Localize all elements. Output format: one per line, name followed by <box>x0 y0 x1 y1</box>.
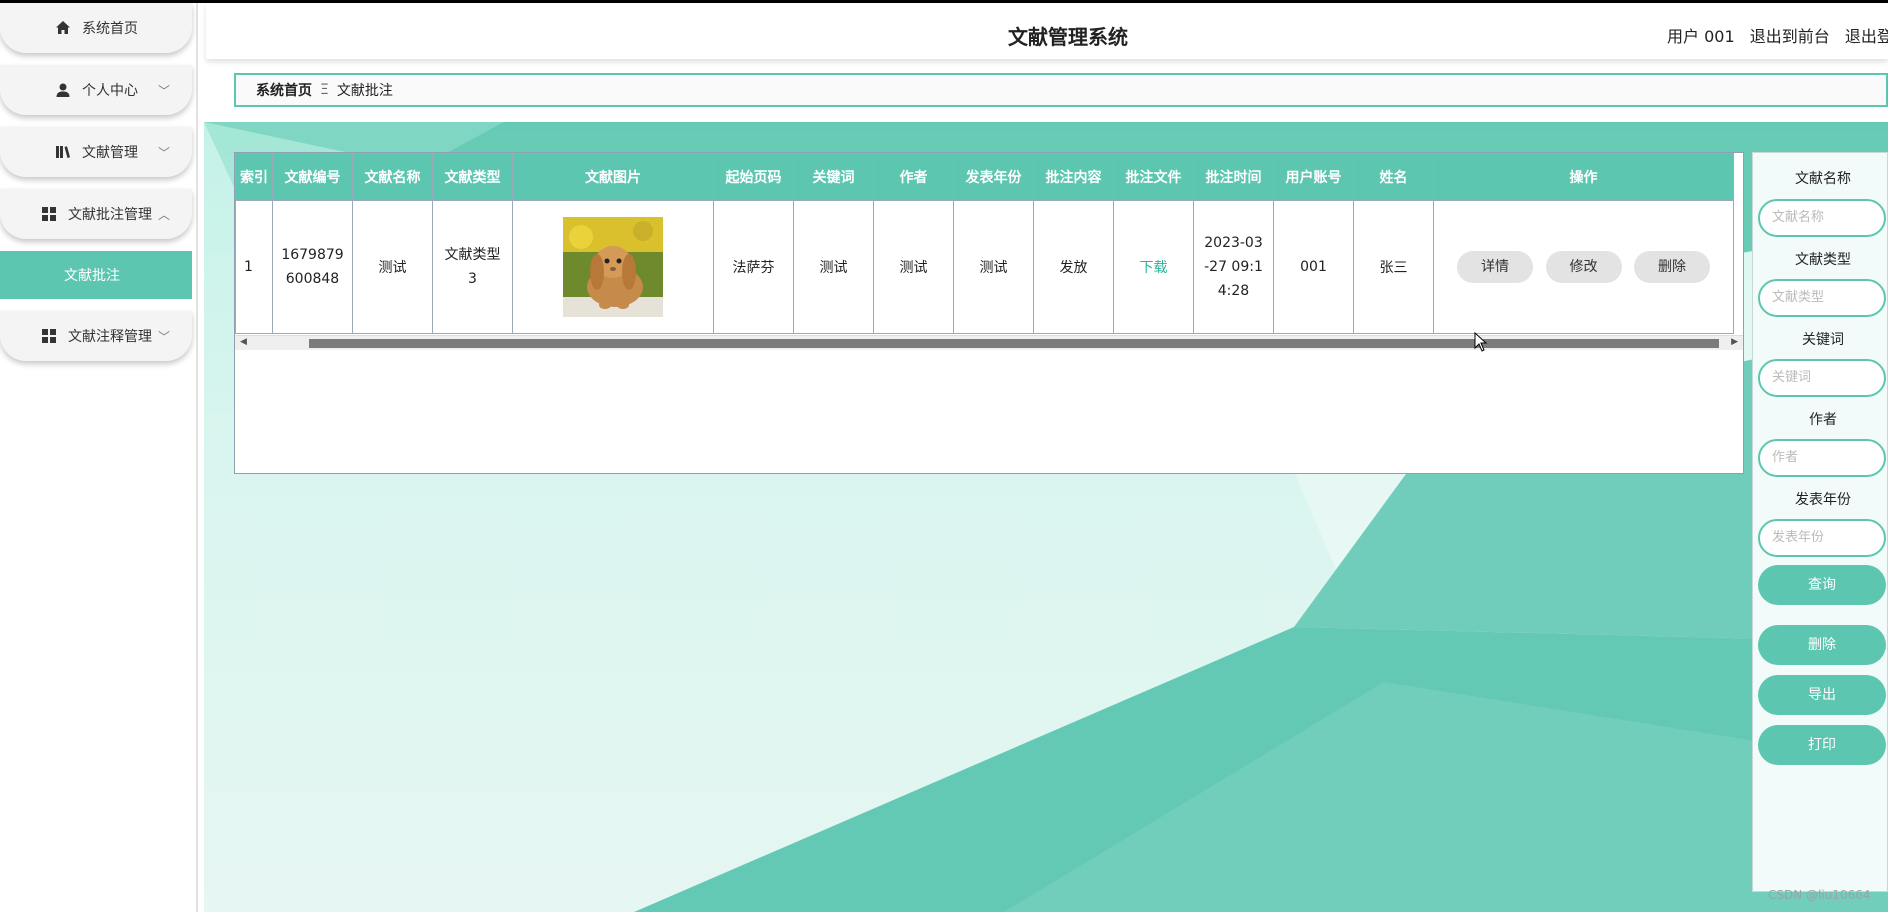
column-header: 关键词 <box>793 153 874 201</box>
delete-row-button[interactable]: 删除 <box>1633 251 1710 283</box>
search-label-keywords: 关键词 <box>1802 332 1844 348</box>
main-content: 索引 文献编号 文献名称 文献类型 文献图片 起始页码 关键词 作者 发表年份 … <box>204 122 1888 912</box>
sidebar-item-label: 文献注释管理 <box>68 329 152 345</box>
sidebar-item-label: 系统首页 <box>82 21 138 37</box>
sidebar-subitem-annotation[interactable]: 文献批注 <box>0 251 192 299</box>
doc-name-input[interactable]: 文献名称 <box>1758 199 1886 237</box>
search-panel: 文献名称 文献名称 文献类型 文献类型 关键词 关键词 作者 作者 发表年份 发… <box>1752 152 1888 892</box>
time-text: 2023-03-27 09:14:28 <box>1204 235 1263 299</box>
cell-doc-image <box>512 200 714 334</box>
cell-doc-no: 1679879600848 <box>272 200 353 334</box>
breadcrumb-separator: Ξ <box>320 82 329 98</box>
grid-icon <box>40 327 58 345</box>
sidebar-item-docs[interactable]: 文献管理 ﹀ <box>0 127 192 177</box>
cell-doc-name: 测试 <box>352 200 433 334</box>
batch-delete-button[interactable]: 删除 <box>1758 625 1886 665</box>
user-label: 用户 001 <box>1667 27 1735 46</box>
chevron-down-icon: ﹀ <box>157 330 170 344</box>
cell-name: 张三 <box>1353 200 1434 334</box>
sidebar-subitem-label: 文献批注 <box>64 268 120 284</box>
doc-no-text: 1679879600848 <box>281 247 344 287</box>
cell-annotation: 发放 <box>1033 200 1114 334</box>
chevron-up-icon: ︿ <box>157 208 170 222</box>
header-user-links: 用户 001 退出到前台 退出登录 <box>1667 23 1888 47</box>
column-header: 文献编号 <box>272 153 353 201</box>
print-button[interactable]: 打印 <box>1758 725 1886 765</box>
sidebar-item-home[interactable]: 系统首页 <box>0 3 192 53</box>
column-header: 文献类型 <box>432 153 513 201</box>
export-button[interactable]: 导出 <box>1758 675 1886 715</box>
breadcrumb: 系统首页 Ξ 文献批注 <box>234 73 1888 107</box>
sidebar-item-label: 个人中心 <box>82 83 138 99</box>
table-header-row: 索引 文献编号 文献名称 文献类型 文献图片 起始页码 关键词 作者 发表年份 … <box>235 153 1734 201</box>
column-header: 姓名 <box>1353 153 1434 201</box>
column-header: 批注时间 <box>1193 153 1274 201</box>
cell-year: 测试 <box>953 200 1034 334</box>
column-header: 文献图片 <box>512 153 714 201</box>
sidebar-item-annotation-mgmt[interactable]: 文献批注管理 ︿ <box>0 189 192 239</box>
scroll-right-icon[interactable]: ▶ <box>1731 337 1738 347</box>
user-icon <box>54 81 72 99</box>
top-header: 文献管理系统 用户 001 退出到前台 退出登录 <box>206 3 1888 59</box>
column-header: 操作 <box>1433 153 1734 201</box>
scroll-left-icon[interactable]: ◀ <box>240 337 247 347</box>
column-header: 作者 <box>873 153 954 201</box>
horizontal-scrollbar[interactable]: ◀ ▶ <box>235 335 1743 350</box>
search-label-doc-type: 文献类型 <box>1795 252 1851 268</box>
column-header: 用户账号 <box>1273 153 1354 201</box>
column-header: 文献名称 <box>352 153 433 201</box>
cell-index: 1 <box>235 200 273 334</box>
sidebar-item-label: 文献批注管理 <box>68 207 152 223</box>
chevron-down-icon: ﹀ <box>157 146 170 160</box>
download-link[interactable]: 下载 <box>1113 200 1194 334</box>
keywords-input[interactable]: 关键词 <box>1758 359 1886 397</box>
books-icon <box>54 143 72 161</box>
logout-link[interactable]: 退出登录 <box>1845 27 1888 46</box>
scrollbar-thumb[interactable] <box>309 339 1719 348</box>
year-input[interactable]: 发表年份 <box>1758 519 1886 557</box>
search-label-author: 作者 <box>1809 412 1837 428</box>
cell-time: 2023-03-27 09:14:28 <box>1193 200 1274 334</box>
watermark: CSDN @liu10664 <box>1768 888 1871 902</box>
table-row: 1 1679879600848 测试 文献类型3 法萨芬 测试 测试 测试 发放… <box>235 200 1734 334</box>
grid-icon <box>40 205 58 223</box>
author-input[interactable]: 作者 <box>1758 439 1886 477</box>
cell-account: 001 <box>1273 200 1354 334</box>
column-header: 批注内容 <box>1033 153 1114 201</box>
cell-author: 测试 <box>873 200 954 334</box>
sidebar: 系统首页 个人中心 ﹀ 文献管理 ﹀ 文献批注管理 ︿ 文献批注 文献注释管理 … <box>0 3 198 912</box>
chevron-down-icon: ﹀ <box>157 84 170 98</box>
home-icon <box>54 19 72 37</box>
detail-button[interactable]: 详情 <box>1457 251 1534 283</box>
to-front-link[interactable]: 退出到前台 <box>1750 27 1830 46</box>
sidebar-item-personal[interactable]: 个人中心 ﹀ <box>0 65 192 115</box>
cell-actions: 详情 修改 删除 <box>1433 200 1734 334</box>
search-label-year: 发表年份 <box>1795 492 1851 508</box>
app-title: 文献管理系统 <box>1008 25 1128 49</box>
search-label-doc-name: 文献名称 <box>1795 171 1851 187</box>
cell-start-page: 法萨芬 <box>713 200 794 334</box>
cell-doc-type: 文献类型3 <box>432 200 513 334</box>
edit-button[interactable]: 修改 <box>1545 251 1622 283</box>
mouse-cursor-icon <box>1474 332 1488 352</box>
column-header: 批注文件 <box>1113 153 1194 201</box>
sidebar-item-notes-mgmt[interactable]: 文献注释管理 ﹀ <box>0 311 192 361</box>
doc-type-text: 文献类型3 <box>444 247 501 287</box>
data-table: 索引 文献编号 文献名称 文献类型 文献图片 起始页码 关键词 作者 发表年份 … <box>235 153 1734 334</box>
breadcrumb-home[interactable]: 系统首页 <box>256 80 312 100</box>
column-header: 起始页码 <box>713 153 794 201</box>
doc-type-input[interactable]: 文献类型 <box>1758 279 1886 317</box>
breadcrumb-current: 文献批注 <box>336 83 393 99</box>
cell-keywords: 测试 <box>793 200 874 334</box>
sidebar-item-label: 文献管理 <box>82 145 138 161</box>
rabbit-photo <box>563 217 663 317</box>
column-header: 索引 <box>235 153 273 201</box>
column-header: 发表年份 <box>953 153 1034 201</box>
query-button[interactable]: 查询 <box>1758 565 1886 605</box>
data-table-container: 索引 文献编号 文献名称 文献类型 文献图片 起始页码 关键词 作者 发表年份 … <box>234 152 1744 474</box>
